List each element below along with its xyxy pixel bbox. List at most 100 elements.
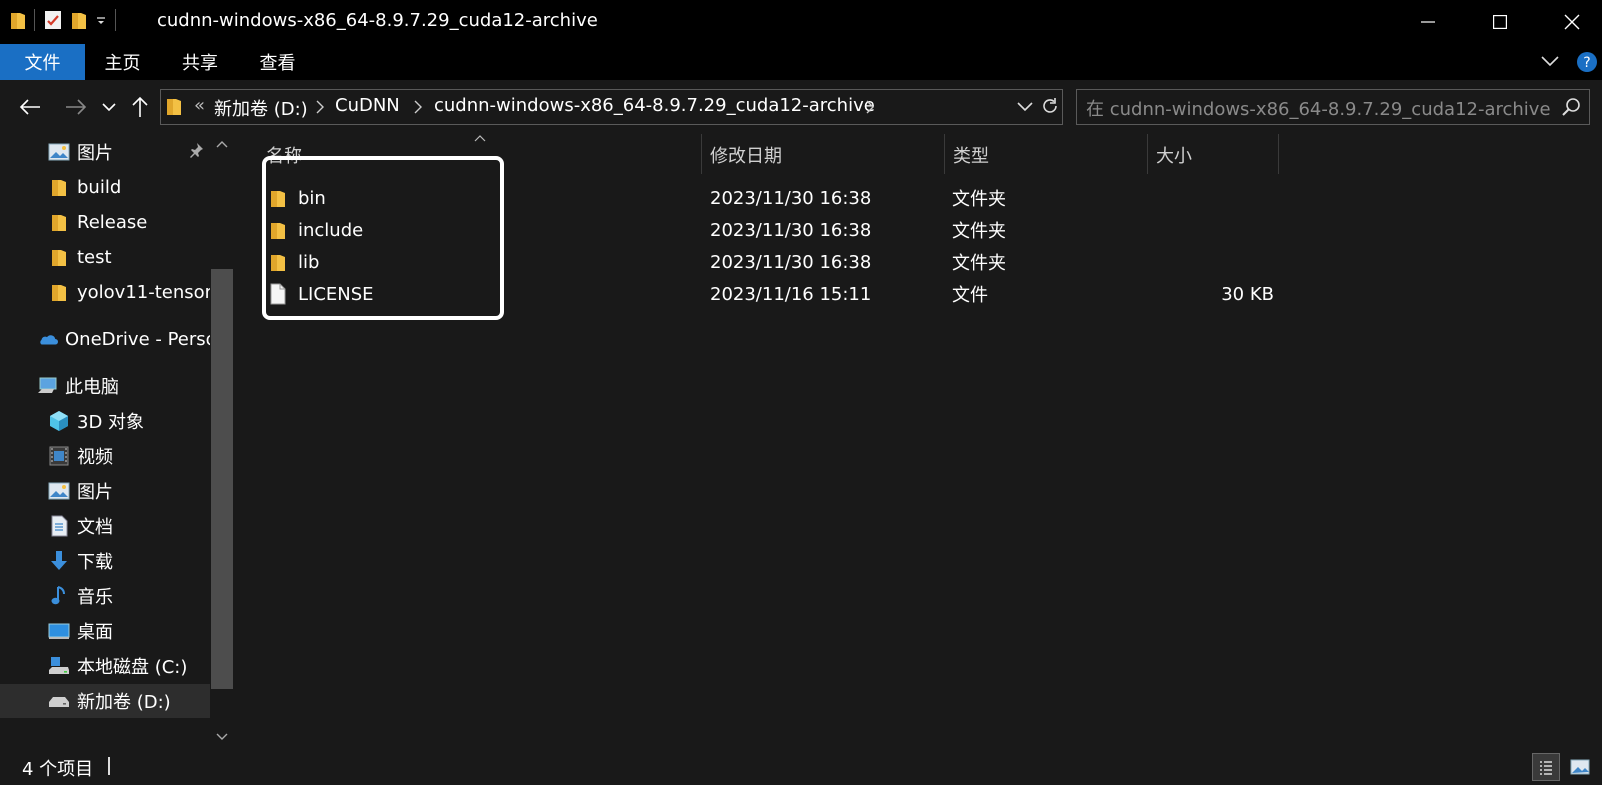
nav-item-this-pc[interactable]: 此电脑: [0, 369, 234, 403]
column-header-date[interactable]: 修改日期: [702, 138, 944, 172]
tab-view[interactable]: 查看: [240, 44, 315, 80]
tab-home[interactable]: 主页: [85, 44, 160, 80]
file-size: [1154, 182, 1274, 214]
breadcrumb-overflow[interactable]: «: [194, 95, 205, 116]
nav-item-label: 下载: [77, 552, 113, 573]
separator: [34, 9, 35, 31]
nav-item-label: 新加卷 (D:): [77, 692, 171, 713]
new-folder-icon[interactable]: [71, 10, 87, 30]
text-cursor: [108, 757, 110, 775]
downloads-icon: [48, 550, 70, 572]
svg-text:?: ?: [1583, 55, 1590, 71]
details-view-button[interactable]: [1532, 753, 1560, 781]
file-size: 30 KB: [1221, 283, 1274, 305]
nav-item-test[interactable]: test: [0, 240, 234, 274]
file-type: 文件夹: [952, 253, 1006, 274]
address-history-icon[interactable]: [1017, 101, 1033, 113]
folder-icon: [10, 10, 26, 30]
nav-item-documents[interactable]: 文档: [0, 509, 234, 543]
navigation-pane: 图片 build Release test yolov11-tensor One…: [0, 134, 234, 749]
tab-share[interactable]: 共享: [160, 44, 240, 80]
nav-item-label: 本地磁盘 (C:): [77, 657, 188, 678]
separator: [115, 9, 116, 31]
file-size: [1154, 246, 1274, 278]
nav-item-label: test: [77, 246, 112, 268]
large-icons-view-button[interactable]: [1566, 753, 1594, 781]
nav-item-3d-objects[interactable]: 3D 对象: [0, 404, 234, 438]
nav-item-label: 桌面: [77, 622, 113, 643]
nav-scrollbar-thumb[interactable]: [211, 269, 233, 689]
desktop-icon: [48, 620, 70, 642]
nav-item-label: 音乐: [77, 587, 113, 608]
chevron-right-icon[interactable]: [414, 100, 422, 114]
nav-item-desktop[interactable]: 桌面: [0, 614, 234, 648]
folder-icon: [48, 211, 70, 233]
nav-item-onedrive[interactable]: OneDrive - Perso: [0, 322, 234, 356]
file-type: 文件: [952, 285, 988, 306]
breadcrumb-cudnn[interactable]: CuDNN: [335, 95, 400, 116]
this-pc-icon: [36, 375, 58, 397]
column-header-size[interactable]: 大小: [1148, 138, 1278, 172]
pictures-icon: [48, 141, 70, 163]
scroll-up-icon[interactable]: [216, 140, 228, 148]
file-type: 文件夹: [952, 189, 1006, 210]
minimize-button[interactable]: [1398, 0, 1458, 44]
column-header-type[interactable]: 类型: [945, 138, 1147, 172]
quick-access-toolbar: [10, 9, 116, 31]
nav-item-videos[interactable]: 视频: [0, 439, 234, 473]
file-date: 2023/11/30 16:38: [710, 219, 872, 241]
nav-item-release[interactable]: Release: [0, 205, 234, 239]
file-size: [1154, 214, 1274, 246]
nav-item-label: OneDrive - Perso: [65, 328, 217, 350]
nav-item-build[interactable]: build: [0, 170, 234, 204]
onedrive-icon: [36, 328, 58, 350]
customize-quick-access-icon[interactable]: [95, 14, 107, 26]
nav-item-downloads[interactable]: 下载: [0, 544, 234, 578]
nav-item-label: build: [77, 176, 122, 198]
up-button[interactable]: [126, 92, 154, 122]
window-title: cudnn-windows-x86_64-8.9.7.29_cuda12-arc…: [157, 10, 598, 31]
nav-item-label: Release: [77, 211, 148, 233]
videos-icon: [48, 445, 70, 467]
search-icon[interactable]: [1561, 97, 1581, 117]
column-divider[interactable]: [1278, 134, 1279, 174]
back-button[interactable]: [14, 92, 46, 122]
forward-button[interactable]: [60, 92, 92, 122]
file-date: 2023/11/30 16:38: [710, 251, 872, 273]
nav-item-label: 3D 对象: [77, 412, 145, 433]
status-bar: [0, 749, 1602, 785]
search-placeholder: 在 cudnn-windows-x86_64-8.9.7.29_cuda12-a…: [1086, 99, 1556, 120]
file-date: 2023/11/16 15:11: [710, 283, 872, 305]
folder-icon: [48, 281, 70, 303]
nav-item-pictures[interactable]: 图片: [0, 474, 234, 508]
file-type: 文件夹: [952, 221, 1006, 242]
scroll-down-icon[interactable]: [216, 733, 228, 741]
refresh-icon[interactable]: [1040, 96, 1060, 116]
breadcrumb-current-folder[interactable]: cudnn-windows-x86_64-8.9.7.29_cuda12-arc…: [434, 95, 875, 116]
pictures-icon: [48, 480, 70, 502]
folder-icon: [48, 246, 70, 268]
nav-item-yolov11-tensor[interactable]: yolov11-tensor: [0, 275, 234, 309]
music-icon: [48, 585, 70, 607]
nav-item-music[interactable]: 音乐: [0, 579, 234, 613]
file-date: 2023/11/30 16:38: [710, 187, 872, 209]
chevron-right-icon[interactable]: [866, 100, 874, 114]
nav-item-label: 图片: [77, 482, 113, 503]
drive-d-icon: [48, 690, 70, 712]
chevron-right-icon[interactable]: [316, 100, 324, 114]
recent-locations-button[interactable]: [98, 92, 120, 122]
breadcrumb-drive-d[interactable]: 新加卷 (D:): [214, 95, 308, 121]
properties-icon[interactable]: [43, 9, 63, 31]
folder-icon: [166, 96, 182, 116]
pin-icon[interactable]: [188, 142, 204, 158]
nav-item-new-volume-d[interactable]: 新加卷 (D:): [0, 684, 234, 718]
maximize-button[interactable]: [1470, 0, 1530, 44]
expand-ribbon-icon[interactable]: [1540, 54, 1560, 68]
nav-item-label: 文档: [77, 517, 113, 538]
help-icon[interactable]: ?: [1576, 51, 1598, 73]
tab-file[interactable]: 文件: [0, 44, 85, 80]
nav-item-local-disk-c[interactable]: 本地磁盘 (C:): [0, 649, 234, 683]
folder-icon: [48, 176, 70, 198]
documents-icon: [48, 515, 70, 537]
close-button[interactable]: [1542, 0, 1602, 44]
